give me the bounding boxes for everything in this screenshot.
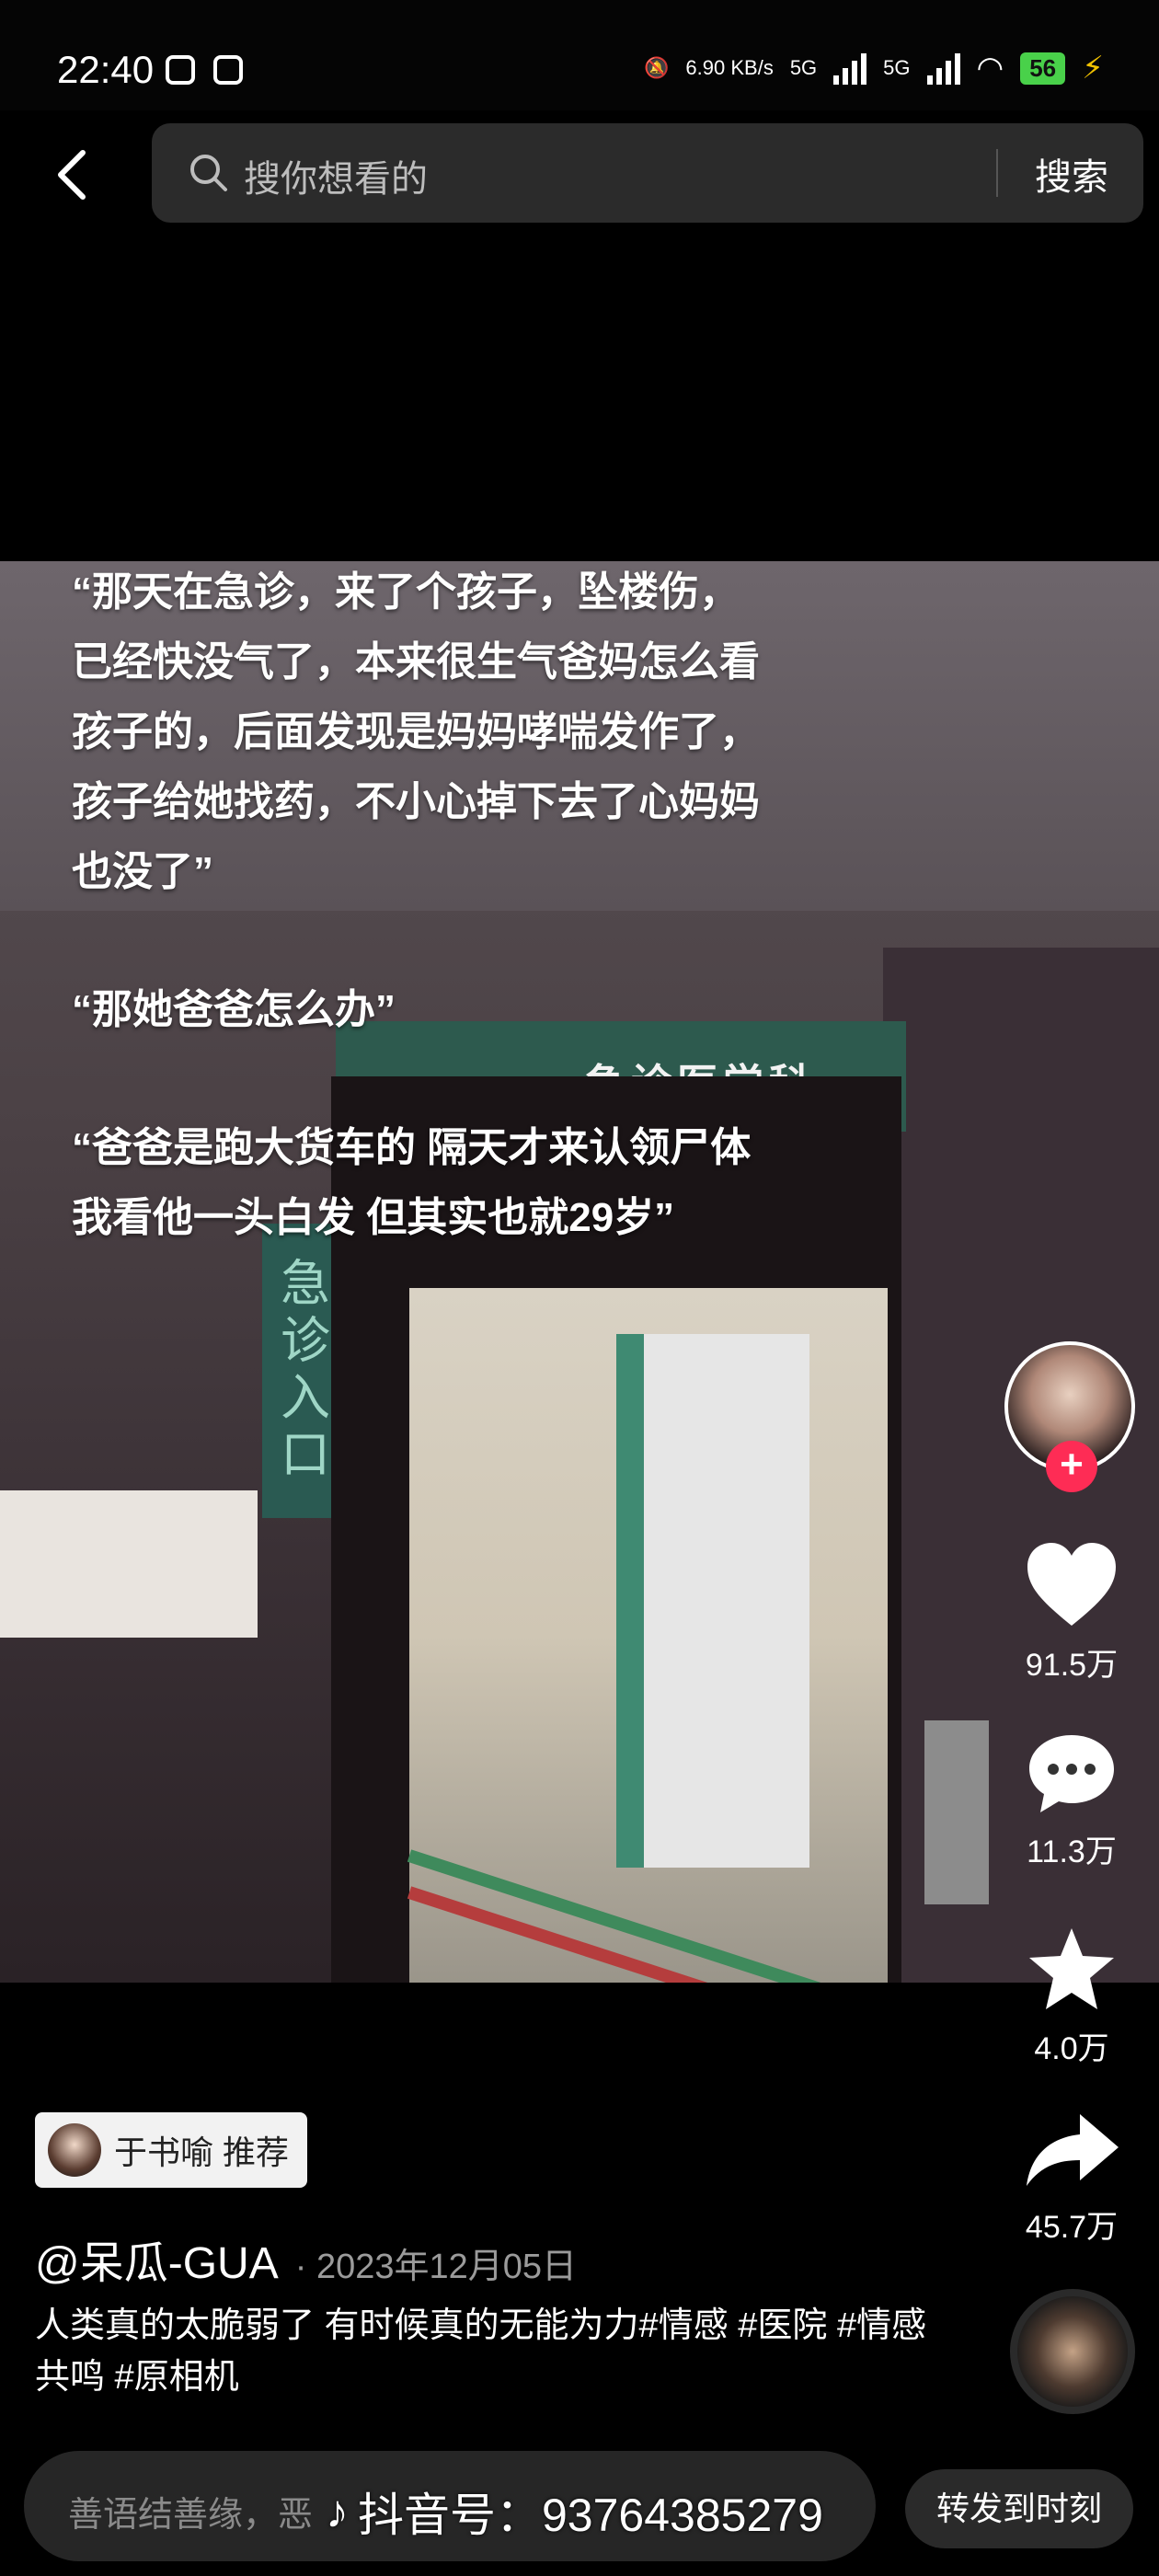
post-date: · 2023年12月05日 (294, 2248, 578, 2286)
overlay-text-1: “那天在急诊，来了个孩子，坠楼伤，已经快没气了，本来很生气爸妈怎么看孩子的，后面… (72, 569, 760, 894)
signal-icon (833, 52, 867, 85)
author-row: @呆瓜-GUA · 2023年12月05日 (35, 2226, 577, 2291)
douyin-logo-icon: ♪ (326, 2486, 349, 2537)
share-action[interactable]: 45.7万 (1003, 2109, 1141, 2247)
play-icon (166, 55, 195, 85)
status-right: 🔕 6.90 KB/s 5G 5G ◠ 56 ⚡ (644, 50, 1104, 86)
share-count: 45.7万 (1025, 2210, 1119, 2245)
post-caption[interactable]: 人类真的太脆弱了 有时候真的无能为力#情感 #医院 #情感共鸣 #原相机 (35, 2300, 955, 2403)
comment-icon[interactable] (1026, 1731, 1118, 1816)
star-icon[interactable] (1024, 1925, 1119, 2013)
network-label-2: 5G (883, 56, 911, 79)
back-arrow-icon[interactable] (46, 147, 101, 202)
comment-placeholder: 善语结善缘，恶 (68, 2496, 314, 2535)
search-divider (996, 149, 998, 197)
status-left-icons (166, 55, 243, 85)
battery-indicator: 56 (1020, 52, 1066, 85)
repost-button[interactable]: 转发到时刻 (905, 2469, 1133, 2548)
status-bar: 22:40 🔕 6.90 KB/s 5G 5G ◠ 56 ⚡ (0, 0, 1159, 110)
entrance-sign: 急诊入口 (262, 1224, 339, 1518)
search-row: 搜你想看的 搜索 (0, 120, 1159, 230)
trash-bin (924, 1720, 989, 1904)
watermark-text: 抖音号：93764385279 (358, 2490, 823, 2541)
comment-count: 11.3万 (1027, 1834, 1117, 1869)
favorite-action[interactable]: 4.0万 (1003, 1925, 1141, 2068)
status-time: 22:40 (57, 48, 155, 91)
heart-icon[interactable] (1024, 1541, 1119, 1629)
search-icon (190, 155, 227, 191)
overlay-text-3: “爸爸是跑大货车的 隔天才来认领尸体 我看他一头白发 但其实也就29岁” (72, 1125, 752, 1240)
music-disc-icon[interactable] (1010, 2289, 1135, 2414)
mute-icon: 🔕 (644, 56, 670, 79)
like-count: 91.5万 (1025, 1648, 1119, 1683)
network-label-1: 5G (789, 56, 818, 79)
share-icon[interactable] (1021, 2109, 1122, 2191)
overlay-text-2: “那她爸爸怎么办” (72, 987, 396, 1032)
kiosk (616, 1334, 809, 1868)
douyin-watermark: ♪ 抖音号：93764385279 (326, 2478, 823, 2545)
comment-action[interactable]: 11.3万 (1003, 1731, 1141, 1871)
like-action[interactable]: 91.5万 (1003, 1541, 1141, 1685)
net-speed: 6.90 KB/s (685, 56, 774, 79)
signal-icon-2 (926, 52, 960, 85)
wifi-icon: ◠ (976, 51, 1004, 86)
recommendation-chip[interactable]: 于书喻 推荐 (35, 2112, 308, 2188)
recommendation-text: 于书喻 推荐 (114, 2133, 290, 2171)
recommender-avatar (48, 2123, 101, 2177)
wall-posters (0, 1490, 258, 1638)
search-box[interactable]: 搜你想看的 搜索 (152, 123, 1143, 223)
follow-button[interactable]: + (1046, 1441, 1097, 1492)
search-button[interactable]: 搜索 (1035, 147, 1108, 201)
search-input[interactable]: 搜你想看的 (244, 149, 428, 202)
instagram-icon (213, 55, 243, 85)
author-name[interactable]: @呆瓜-GUA (35, 2226, 279, 2291)
charging-icon: ⚡ (1082, 51, 1104, 86)
favorite-count: 4.0万 (1034, 2031, 1109, 2066)
